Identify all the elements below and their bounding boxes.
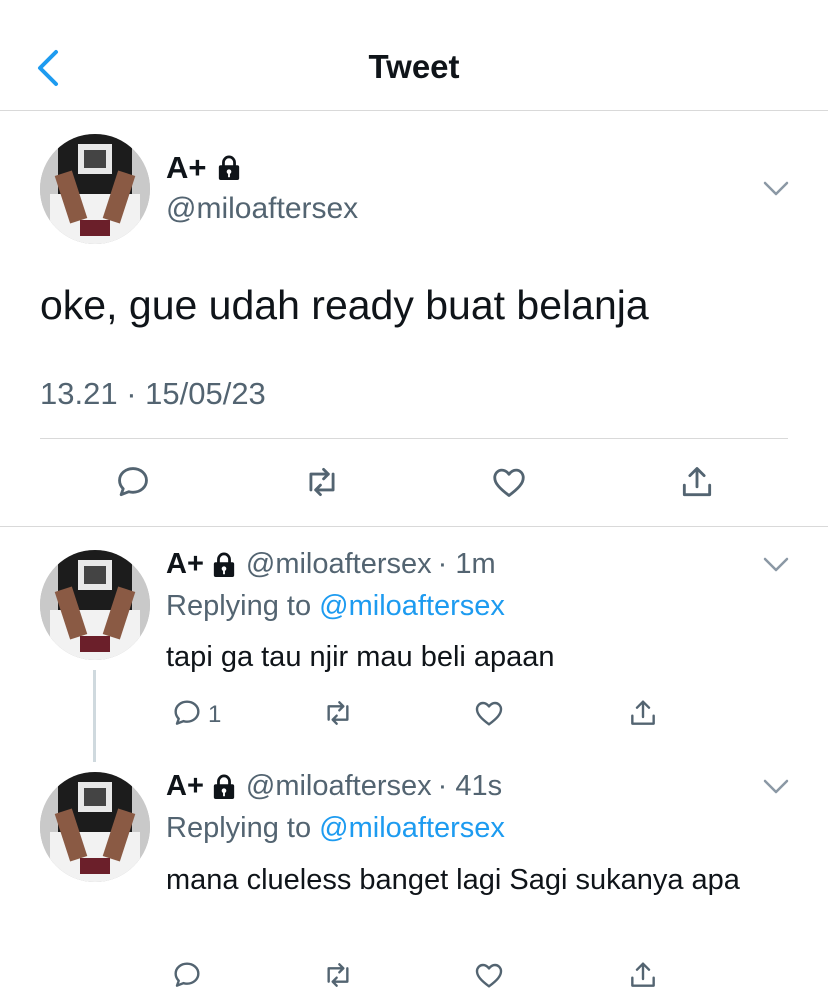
reply-text: mana clueless banget lagi Sagi sukanya a… [166, 864, 740, 896]
author-handle[interactable]: @miloaftersex [246, 548, 432, 581]
replying-to-link[interactable]: @miloaftersex [319, 812, 505, 844]
like-button[interactable] [472, 696, 506, 730]
tweet-text: oke, gue udah ready buat belanja [40, 282, 649, 328]
thread-line [93, 670, 96, 762]
lock-icon [217, 155, 241, 181]
reply-icon [174, 962, 200, 987]
author-name[interactable]: A+ [166, 548, 204, 581]
divider [40, 438, 788, 439]
reply-text: tapi ga tau njir mau beli apaan [166, 641, 555, 673]
author-name-text: A+ [166, 150, 207, 185]
author-name[interactable]: A+ [166, 150, 241, 186]
share-icon [682, 467, 712, 497]
like-icon [475, 963, 503, 988]
like-button[interactable] [489, 462, 529, 502]
like-button[interactable] [472, 958, 506, 992]
reply-header: A+ @miloaftersex · 1m [166, 548, 496, 581]
reply-icon [174, 700, 200, 725]
reply-button[interactable] [170, 958, 204, 992]
share-icon [631, 962, 655, 987]
reply-button[interactable] [113, 462, 153, 502]
lock-icon [212, 774, 236, 800]
retweet-button[interactable] [321, 958, 355, 992]
nav-bar: Tweet [0, 0, 828, 111]
share-button[interactable] [626, 696, 660, 730]
avatar[interactable] [40, 550, 150, 660]
replying-prefix: Replying to [166, 590, 312, 622]
lock-icon [212, 552, 236, 578]
reply-header: A+ @miloaftersex · 41s [166, 770, 502, 803]
reply-button[interactable] [170, 696, 204, 730]
author-handle[interactable]: @miloaftersex [166, 192, 358, 226]
like-icon [475, 701, 503, 726]
share-icon [631, 700, 655, 725]
avatar-image [40, 772, 150, 882]
chevron-down-icon[interactable] [763, 181, 789, 197]
tweet-timestamp[interactable]: 13.21 · 15/05/23 [40, 376, 266, 412]
replying-to: Replying to @miloaftersex [166, 812, 505, 845]
like-icon [493, 468, 525, 497]
replying-prefix: Replying to [166, 812, 312, 844]
replying-to-link[interactable]: @miloaftersex [319, 590, 505, 622]
share-button[interactable] [626, 958, 660, 992]
replying-to: Replying to @miloaftersex [166, 590, 505, 623]
reply-icon [118, 467, 148, 497]
retweet-icon [327, 701, 349, 725]
reply-time: · 1m [437, 548, 496, 580]
retweet-icon [327, 963, 349, 987]
avatar-image [40, 550, 150, 660]
chevron-down-icon[interactable] [763, 779, 789, 795]
avatar[interactable] [40, 134, 150, 244]
avatar-image [40, 134, 150, 244]
reply-time: · 41s [437, 770, 503, 802]
avatar[interactable] [40, 772, 150, 882]
divider [0, 526, 828, 527]
retweet-icon [309, 467, 335, 497]
retweet-button[interactable] [321, 696, 355, 730]
reply-count: 1 [208, 701, 222, 728]
retweet-button[interactable] [302, 462, 342, 502]
author-handle[interactable]: @miloaftersex [246, 770, 432, 803]
author-name[interactable]: A+ [166, 770, 204, 803]
share-button[interactable] [677, 462, 717, 502]
page-title: Tweet [368, 48, 460, 85]
chevron-down-icon[interactable] [763, 557, 789, 573]
